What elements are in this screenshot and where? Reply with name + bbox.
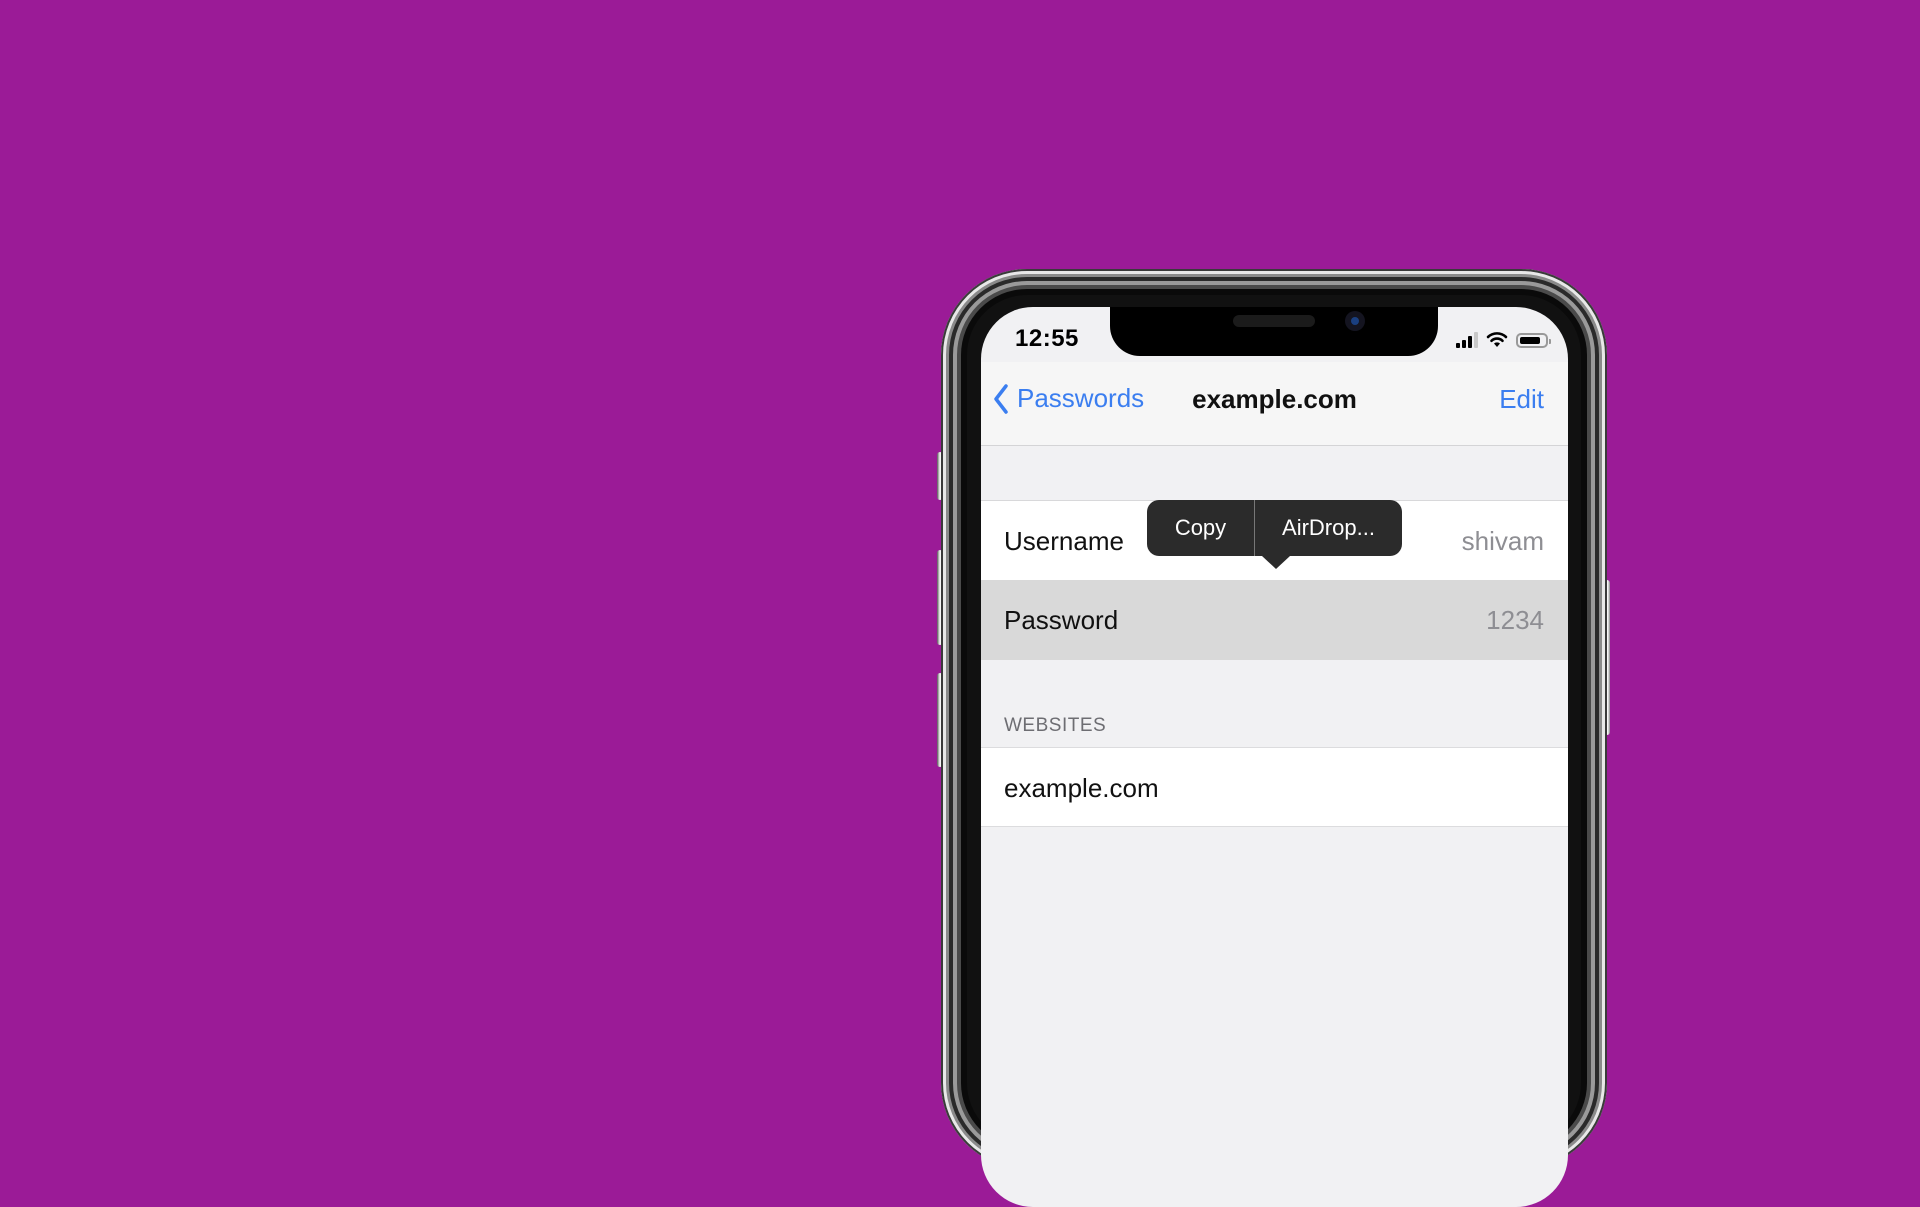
phone-frame: 12:55 Passwords example.com Edit Usernam… (941, 269, 1607, 1207)
website-row[interactable]: example.com (981, 747, 1568, 827)
phone-screen: 12:55 Passwords example.com Edit Usernam… (981, 307, 1568, 1207)
edit-button[interactable]: Edit (1499, 384, 1544, 415)
context-menu: Copy AirDrop... (1147, 500, 1402, 569)
status-icons (1456, 331, 1551, 348)
websites-section-header: WEBSITES (1004, 715, 1107, 736)
password-label: Password (1004, 605, 1119, 635)
navigation-bar: Passwords example.com Edit (981, 362, 1568, 446)
username-value[interactable]: shivam (1462, 526, 1544, 557)
battery-icon (1516, 333, 1551, 348)
cellular-signal-icon (1456, 332, 1478, 348)
airdrop-menu-item[interactable]: AirDrop... (1255, 500, 1402, 556)
front-camera-icon (1345, 311, 1365, 331)
page-title: example.com (1192, 384, 1357, 414)
status-time: 12:55 (1015, 325, 1079, 352)
password-row[interactable]: Password 1234 (981, 580, 1568, 660)
username-label: Username (1004, 526, 1124, 556)
website-label: example.com (1004, 773, 1159, 803)
wifi-icon (1486, 332, 1508, 347)
password-value[interactable]: 1234 (1486, 605, 1544, 636)
speaker-grille (1233, 315, 1315, 327)
copy-menu-item[interactable]: Copy (1147, 500, 1255, 556)
context-menu-arrow (1262, 556, 1290, 569)
notch (1110, 307, 1438, 356)
